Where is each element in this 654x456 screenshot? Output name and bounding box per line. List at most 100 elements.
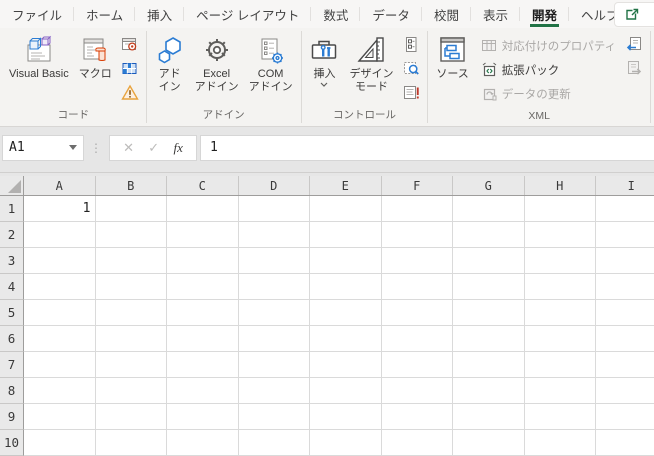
name-box-dropdown-icon[interactable] (69, 145, 77, 150)
cell-G6[interactable] (453, 326, 525, 352)
row-header-10[interactable]: 10 (0, 430, 24, 456)
cell-C5[interactable] (167, 300, 239, 326)
row-header-5[interactable]: 5 (0, 300, 24, 326)
cell-G4[interactable] (453, 274, 525, 300)
cell-C7[interactable] (167, 352, 239, 378)
row-header-7[interactable]: 7 (0, 352, 24, 378)
xml-import-button[interactable] (624, 34, 644, 54)
cell-H10[interactable] (525, 430, 597, 456)
tab-insert[interactable]: 挿入 (135, 0, 184, 28)
cell-H1[interactable] (525, 196, 597, 222)
cell-D7[interactable] (239, 352, 311, 378)
cell-F1[interactable] (382, 196, 454, 222)
cell-F8[interactable] (382, 378, 454, 404)
tab-view[interactable]: 表示 (471, 0, 520, 28)
cell-E4[interactable] (310, 274, 382, 300)
cell-D6[interactable] (239, 326, 311, 352)
cell-C4[interactable] (167, 274, 239, 300)
cell-G2[interactable] (453, 222, 525, 248)
insert-controls-button[interactable]: 挿入 (304, 31, 344, 89)
tab-file[interactable]: ファイル (0, 0, 74, 28)
use-relative-references-button[interactable] (120, 58, 140, 78)
cell-A1[interactable]: 1 (24, 196, 96, 222)
cell-A7[interactable] (24, 352, 96, 378)
cell-C1[interactable] (167, 196, 239, 222)
cell-E9[interactable] (310, 404, 382, 430)
select-all-corner[interactable] (0, 176, 24, 195)
cell-F9[interactable] (382, 404, 454, 430)
expansion-packs-button[interactable]: 拡張パック (478, 59, 619, 80)
cell-E7[interactable] (310, 352, 382, 378)
column-header-C[interactable]: C (167, 176, 239, 195)
row-header-3[interactable]: 3 (0, 248, 24, 274)
cell-B2[interactable] (96, 222, 168, 248)
row-header-9[interactable]: 9 (0, 404, 24, 430)
design-mode-button[interactable]: デザイン モード (344, 31, 398, 96)
tab-developer[interactable]: 開発 (520, 0, 569, 28)
cell-I3[interactable] (596, 248, 654, 274)
cell-H6[interactable] (525, 326, 597, 352)
column-header-B[interactable]: B (96, 176, 168, 195)
cell-F4[interactable] (382, 274, 454, 300)
cell-F5[interactable] (382, 300, 454, 326)
run-dialog-button[interactable] (401, 82, 421, 102)
cell-B3[interactable] (96, 248, 168, 274)
refresh-data-button[interactable]: データの更新 (478, 83, 619, 104)
cell-I8[interactable] (596, 378, 654, 404)
row-header-2[interactable]: 2 (0, 222, 24, 248)
xml-export-button[interactable] (624, 58, 644, 78)
cell-D10[interactable] (239, 430, 311, 456)
cell-A9[interactable] (24, 404, 96, 430)
cell-G7[interactable] (453, 352, 525, 378)
tab-home[interactable]: ホーム (74, 0, 135, 28)
addins-button[interactable]: アド イン (150, 31, 190, 96)
record-macro-button[interactable] (120, 34, 140, 54)
column-header-I[interactable]: I (596, 176, 654, 195)
cell-C8[interactable] (167, 378, 239, 404)
cell-E3[interactable] (310, 248, 382, 274)
cell-G3[interactable] (453, 248, 525, 274)
cell-E8[interactable] (310, 378, 382, 404)
cell-G10[interactable] (453, 430, 525, 456)
tab-page-layout[interactable]: ページ レイアウト (184, 0, 311, 28)
cell-E5[interactable] (310, 300, 382, 326)
tab-formulas[interactable]: 数式 (311, 0, 360, 28)
cell-C6[interactable] (167, 326, 239, 352)
cell-H8[interactable] (525, 378, 597, 404)
row-header-1[interactable]: 1 (0, 196, 24, 222)
cell-D2[interactable] (239, 222, 311, 248)
cell-B4[interactable] (96, 274, 168, 300)
row-header-4[interactable]: 4 (0, 274, 24, 300)
control-properties-button[interactable] (401, 34, 421, 54)
column-header-G[interactable]: G (453, 176, 525, 195)
cell-B10[interactable] (96, 430, 168, 456)
cell-B9[interactable] (96, 404, 168, 430)
cell-A5[interactable] (24, 300, 96, 326)
map-properties-button[interactable]: 対応付けのプロパティ (478, 35, 619, 56)
cell-H3[interactable] (525, 248, 597, 274)
column-header-D[interactable]: D (239, 176, 311, 195)
visual-basic-button[interactable]: Visual Basic (4, 31, 74, 83)
row-header-6[interactable]: 6 (0, 326, 24, 352)
cell-I5[interactable] (596, 300, 654, 326)
share-button[interactable] (614, 2, 654, 27)
view-code-button[interactable] (401, 58, 421, 78)
cell-D8[interactable] (239, 378, 311, 404)
cell-D3[interactable] (239, 248, 311, 274)
com-addins-button[interactable]: COM アドイン (244, 31, 298, 96)
column-header-F[interactable]: F (382, 176, 454, 195)
column-header-E[interactable]: E (310, 176, 382, 195)
cell-H7[interactable] (525, 352, 597, 378)
cell-D9[interactable] (239, 404, 311, 430)
cell-C2[interactable] (167, 222, 239, 248)
cell-F7[interactable] (382, 352, 454, 378)
cell-E6[interactable] (310, 326, 382, 352)
cell-D5[interactable] (239, 300, 311, 326)
cell-B5[interactable] (96, 300, 168, 326)
formula-bar-grip-icon[interactable]: ⋮ (90, 141, 102, 155)
cell-H9[interactable] (525, 404, 597, 430)
name-box[interactable]: A1 (2, 135, 84, 161)
cell-G1[interactable] (453, 196, 525, 222)
cell-E2[interactable] (310, 222, 382, 248)
cell-I10[interactable] (596, 430, 654, 456)
